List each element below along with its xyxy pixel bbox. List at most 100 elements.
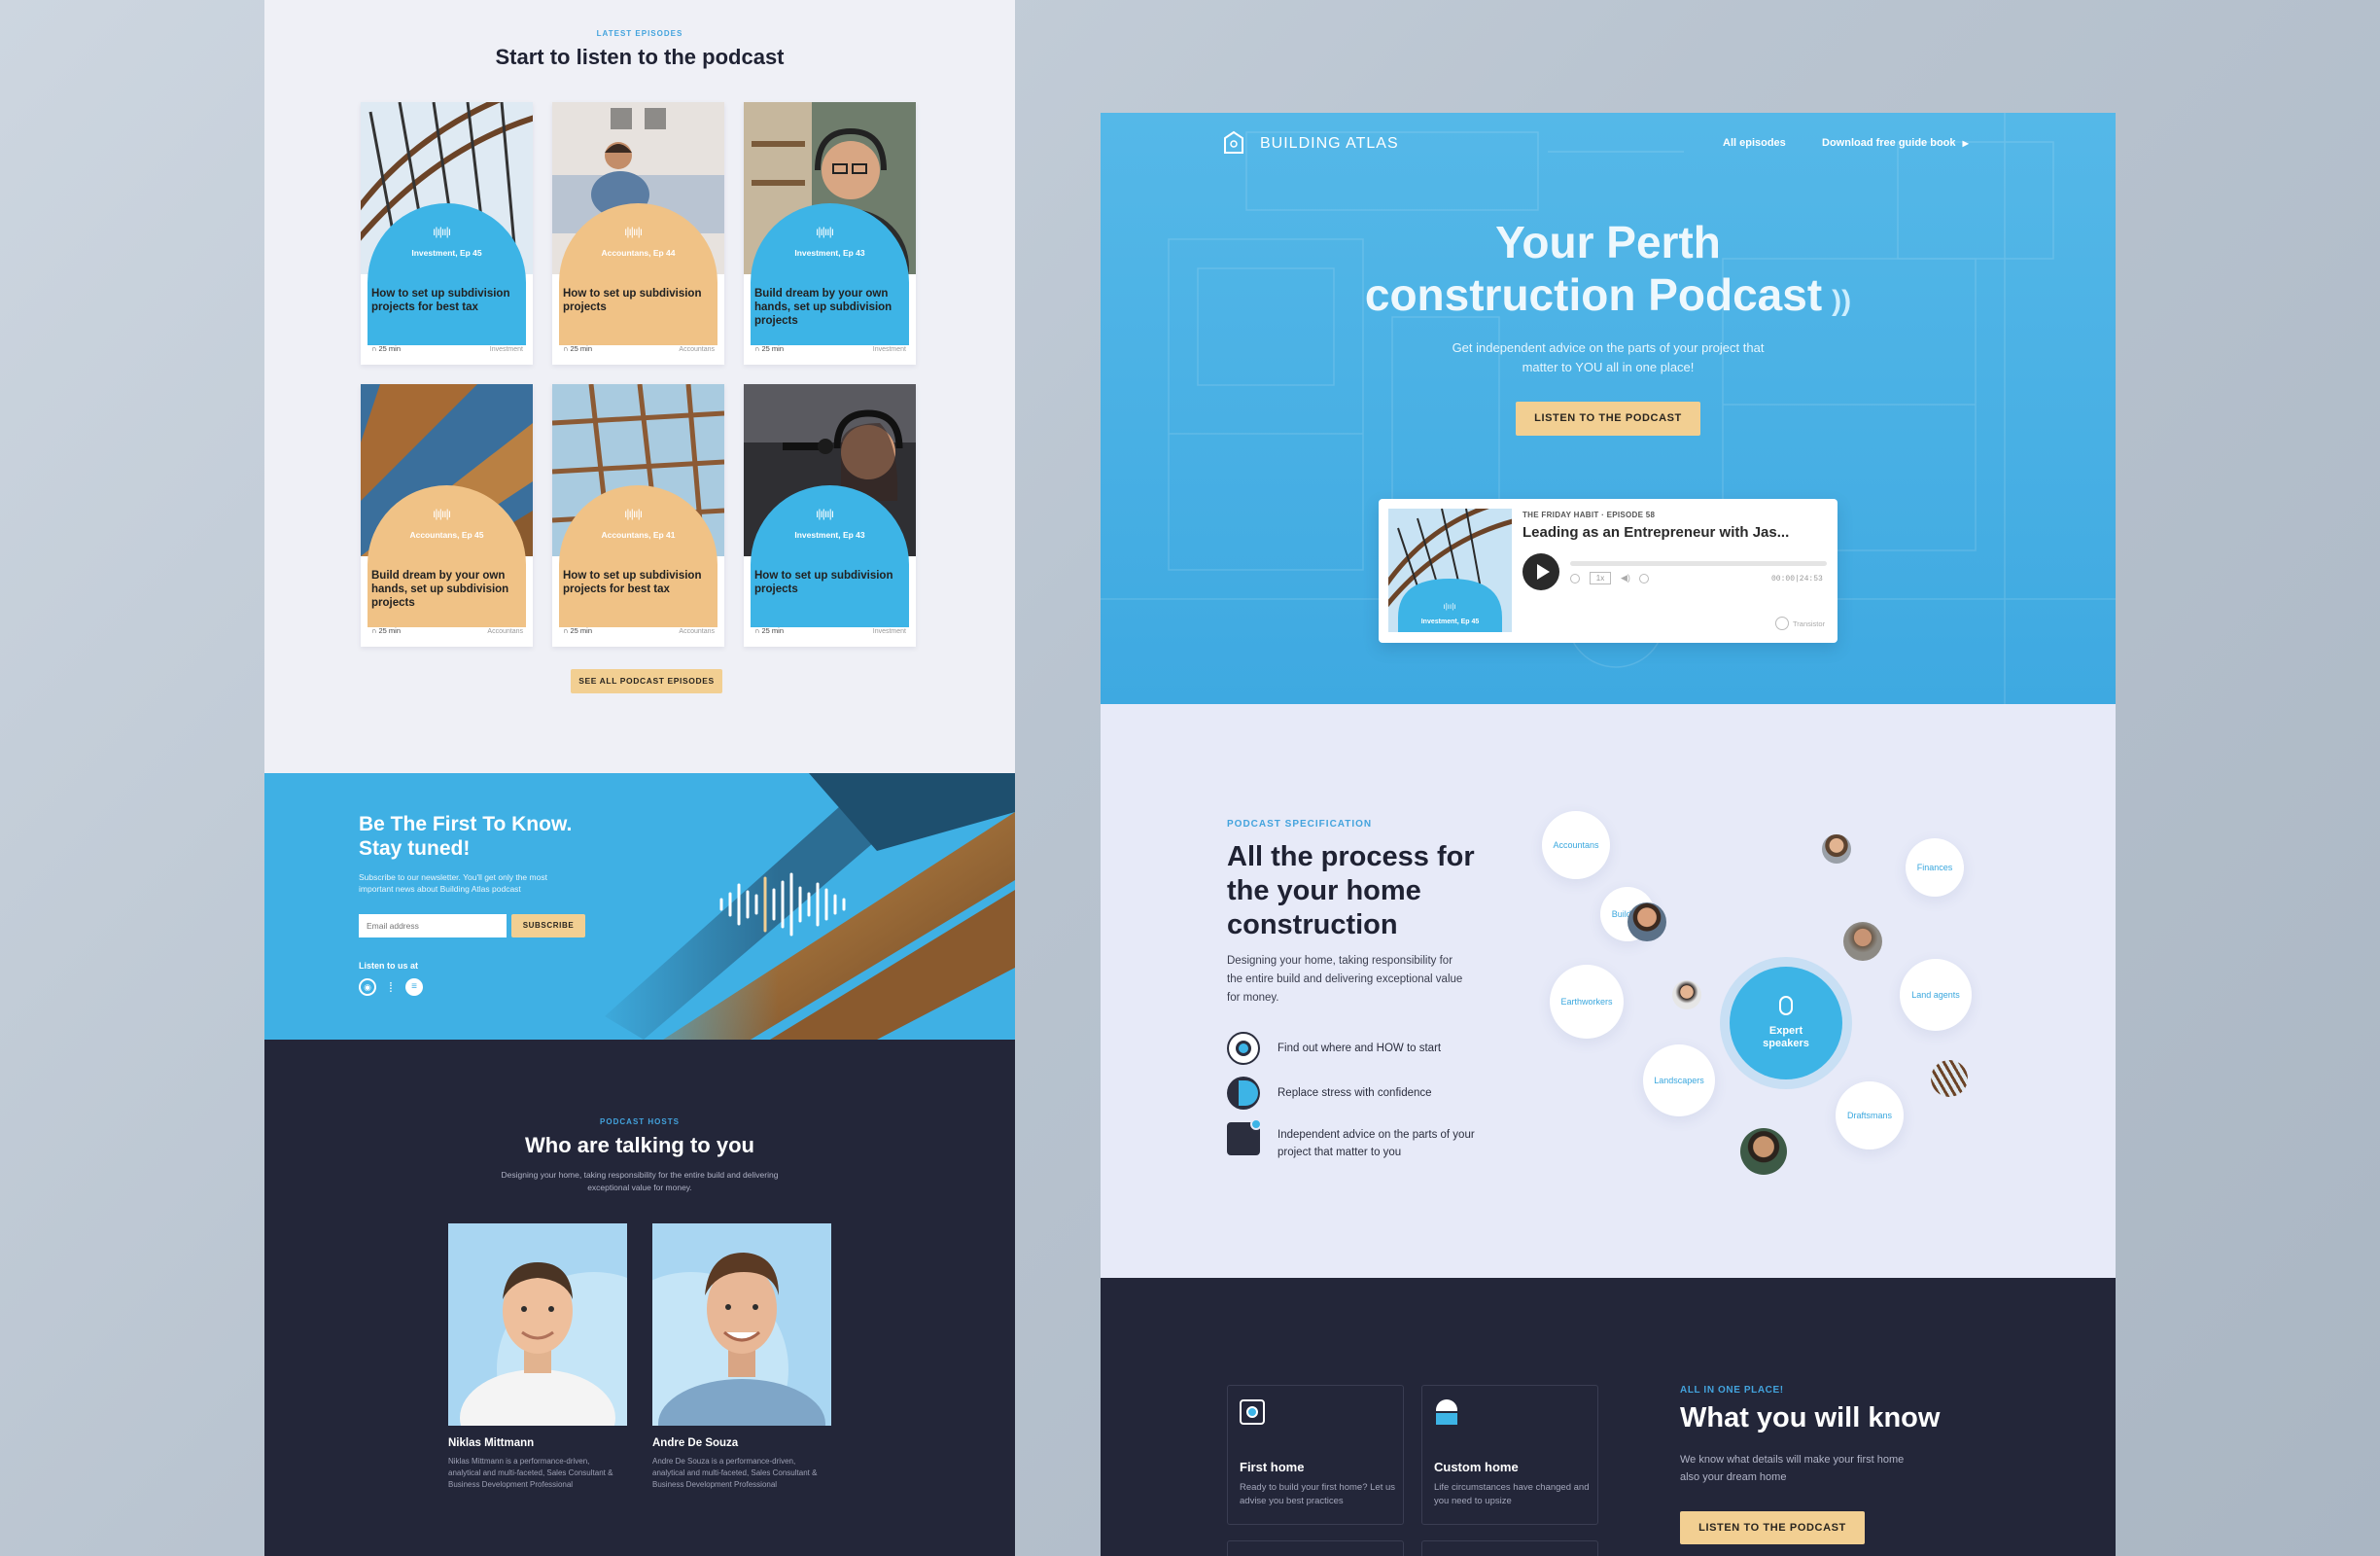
episode-tag: Accountans, Ep 44 (601, 248, 676, 258)
building-atlas-logo-icon[interactable] (1223, 130, 1244, 156)
spec-title-line2: the your home (1227, 875, 1421, 906)
spec-kicker: PODCAST SPECIFICATION (1227, 819, 1373, 830)
feature-item: Replace stress with confidence (1278, 1087, 1432, 1099)
topic-card[interactable] (1227, 1540, 1404, 1556)
transistor-label[interactable]: Transistor (1793, 619, 1825, 628)
topic-title: First home (1240, 1460, 1305, 1474)
episode-cover: ı|ıı|ı Investment, Ep 45 (1388, 509, 1512, 632)
bubble-land-agents: Land agents (1900, 959, 1972, 1031)
hero-listen-button[interactable]: LISTEN TO THE PODCAST (1516, 402, 1700, 436)
left-page-mockup: LATEST EPISODES Start to listen to the p… (264, 0, 1015, 1556)
feature-item: Independent advice on the parts of your … (1278, 1129, 1475, 1158)
brand-name[interactable]: BUILDING ATLAS (1260, 135, 1399, 153)
episode-card[interactable]: ı|ı|ıı|ı Investment, Ep 43 How to set up s… (744, 384, 916, 647)
playback-speed[interactable]: 1x (1590, 572, 1611, 584)
episode-title[interactable]: How to set up subdivision projects (754, 569, 910, 596)
episode-title[interactable]: How to set up subdivision projects for b… (371, 287, 527, 314)
player-episode-number: EPISODE 58 (1606, 511, 1656, 519)
caret-right-icon: ▶ (1962, 139, 1969, 148)
nav-all-episodes[interactable]: All episodes (1723, 137, 1786, 149)
episode-duration: ∩ 25 min (563, 626, 592, 635)
episode-title[interactable]: Build dream by your own hands, set up su… (371, 569, 527, 610)
google-podcasts-icon[interactable]: ⁞ (382, 978, 400, 996)
episode-title[interactable]: How to set up subdivision projects (563, 287, 718, 314)
newsletter-section: Be The First To Know. Stay tuned! Subscr… (264, 773, 1015, 1040)
episode-title[interactable]: How to set up subdivision projects for b… (563, 569, 718, 596)
see-all-episodes-button[interactable]: SEE ALL PODCAST EPISODES (571, 669, 722, 693)
host-photo-niklas (448, 1223, 627, 1426)
episode-category: Investment (872, 346, 906, 353)
topic-card-custom-home[interactable]: Custom home Life circumstances have chan… (1421, 1385, 1598, 1525)
hero-title-line2-wrap: construction Podcast)) (1101, 268, 2116, 328)
episode-card[interactable]: ı|ı|ıı|ı Investment, Ep 43 Build dream by … (744, 102, 916, 365)
topic-card-first-home[interactable]: First home Ready to build your first hom… (1227, 1385, 1404, 1525)
hero-subtitle-line2: matter to YOU all in one place! (1522, 360, 1695, 374)
host-photo-andre (652, 1223, 831, 1426)
episode-card[interactable]: ı|ı|ıı|ı Accountans, Ep 45 Build dream by … (361, 384, 533, 647)
newsletter-description: Subscribe to our newsletter. You'll get … (359, 872, 547, 894)
host-portrait (460, 1262, 627, 1426)
rewind-icon[interactable] (1570, 574, 1580, 584)
section-kicker: LATEST EPISODES (596, 29, 683, 38)
know-kicker: ALL IN ONE PLACE! (1680, 1385, 1784, 1396)
player-time: 00:00|24:53 (1771, 575, 1823, 584)
episode-category: Investment (489, 346, 523, 353)
hero-subtitle: Get independent advice on the parts of y… (1101, 338, 2116, 377)
subscribe-button[interactable]: SUBSCRIBE (511, 914, 585, 937)
speaker-avatar (1822, 834, 1851, 864)
episode-category: Accountans (679, 346, 715, 353)
episode-tag: Investment, Ep 45 (411, 248, 482, 258)
know-description: We know what details will make your firs… (1680, 1454, 1905, 1483)
play-button[interactable] (1522, 553, 1559, 590)
topic-card[interactable] (1421, 1540, 1598, 1556)
transistor-logo-icon (1775, 617, 1789, 630)
episode-duration: ∩ 25 min (371, 626, 401, 635)
bubble-draftsmans: Draftsmans (1836, 1081, 1904, 1149)
newsletter-title-line1: Be The First To Know. (359, 813, 573, 835)
hosts-description: Designing your home, taking responsibili… (501, 1170, 779, 1192)
host-name: Niklas Mittmann (448, 1437, 535, 1449)
episode-card[interactable]: ı|ı|ıı|ı Accountans, Ep 44 How to set up s… (552, 102, 724, 365)
nav-download-guide-label: Download free guide book (1822, 137, 1956, 149)
host-name: Andre De Souza (652, 1437, 739, 1449)
email-input[interactable] (359, 914, 507, 937)
audio-wave-icon: ı|ı|ıı|ı (624, 507, 643, 520)
topic-title: Custom home (1434, 1460, 1519, 1474)
cover-tag: Investment, Ep 45 (1420, 619, 1480, 625)
episode-duration-value: 25 min (570, 626, 592, 635)
forward-icon[interactable] (1639, 574, 1649, 584)
audio-wave-icon: ı|ı|ıı|ı (433, 225, 451, 238)
speaker-avatar (1628, 902, 1666, 941)
cover-art: ı|ıı|ı (1388, 509, 1512, 632)
first-home-icon (1240, 1399, 1265, 1425)
expert-speakers-label: Expert speakers (1763, 1025, 1809, 1049)
topic-description: Life circumstances have changed and you … (1434, 1482, 1590, 1506)
know-title: What you will know (1680, 1402, 1941, 1433)
bubble-finances: Finances (1906, 838, 1964, 897)
audio-wave-icon: ı|ı|ıı|ı (816, 507, 834, 520)
episode-card[interactable]: ı|ı|ıı|ı Accountans, Ep 41 How to set up s… (552, 384, 724, 647)
play-icon (1537, 564, 1550, 580)
target-icon (1227, 1032, 1260, 1065)
spotify-icon[interactable]: ≡ (405, 978, 423, 996)
episode-duration-value: 25 min (761, 626, 784, 635)
episode-card[interactable]: ı|ı|ıı|ı Investment, Ep 45 How to set up s… (361, 102, 533, 365)
episode-duration-value: 25 min (761, 344, 784, 353)
bubble-earthworkers: Earthworkers (1550, 965, 1624, 1039)
speaker-avatar (1672, 980, 1701, 1009)
know-listen-button[interactable]: LISTEN TO THE PODCAST (1680, 1511, 1865, 1544)
spec-description: Designing your home, taking responsibili… (1227, 955, 1463, 1004)
audio-wave-icon: ı|ı|ıı|ı (433, 507, 451, 520)
episode-title[interactable]: Build dream by your own hands, set up su… (754, 287, 910, 328)
host-bio: Niklas Mittmann is a performance-driven,… (448, 1457, 613, 1489)
nav-download-guide[interactable]: Download free guide book ▶ (1822, 137, 1969, 149)
sound-waves-icon: )) (1832, 285, 1852, 317)
hero-subtitle-line1: Get independent advice on the parts of y… (1452, 340, 1765, 355)
bubble-landscapers: Landscapers (1643, 1044, 1715, 1116)
volume-icon[interactable]: ◀) (1621, 573, 1630, 584)
progress-track[interactable] (1570, 561, 1827, 566)
player-episode-info: THE FRIDAY HABIT · EPISODE 58 (1522, 511, 1656, 519)
contrast-icon (1227, 1077, 1260, 1110)
apple-podcasts-icon[interactable]: ◉ (359, 978, 376, 996)
episode-duration-value: 25 min (378, 344, 401, 353)
